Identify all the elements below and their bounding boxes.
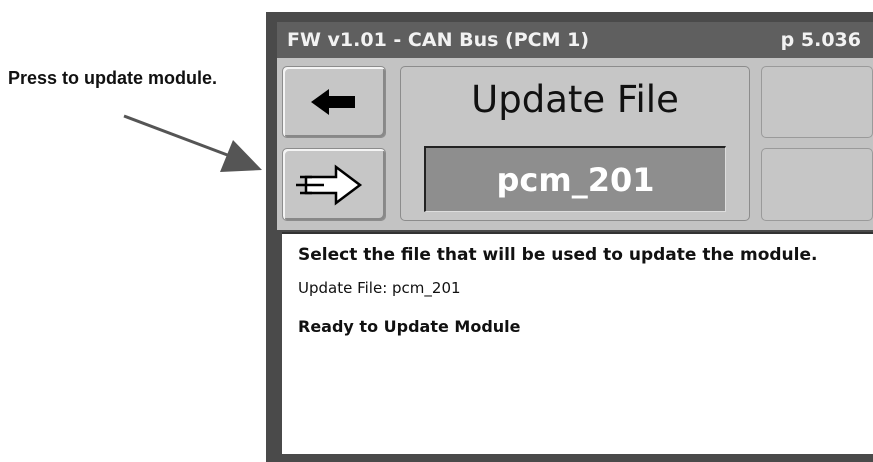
status-message: Ready to Update Module xyxy=(298,317,521,336)
back-arrow-icon xyxy=(311,89,355,115)
update-file-line: Update File: pcm_201 xyxy=(298,279,461,297)
update-module-icon xyxy=(296,164,363,205)
info-heading: Select the file that will be used to upd… xyxy=(298,245,818,265)
title-text: FW v1.01 - CAN Bus (PCM 1) xyxy=(287,29,590,51)
back-button[interactable] xyxy=(282,66,386,138)
callout-text: Press to update module. xyxy=(8,68,218,88)
update-module-button[interactable] xyxy=(282,148,386,221)
blank-button-top[interactable] xyxy=(761,66,873,138)
file-value-field[interactable]: pcm_201 xyxy=(424,146,726,212)
blank-button-bottom[interactable] xyxy=(761,148,873,221)
panel-title: Update File xyxy=(471,78,679,121)
title-bar: FW v1.01 - CAN Bus (PCM 1) p 5.036 xyxy=(277,22,873,58)
info-pane: Select the file that will be used to upd… xyxy=(282,232,873,454)
page-number: p 5.036 xyxy=(780,29,861,51)
